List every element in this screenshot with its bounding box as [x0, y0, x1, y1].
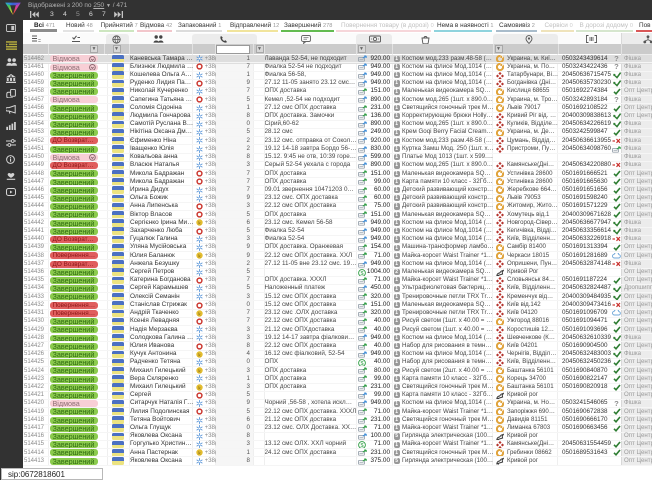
svg-text:=: = [38, 39, 41, 44]
